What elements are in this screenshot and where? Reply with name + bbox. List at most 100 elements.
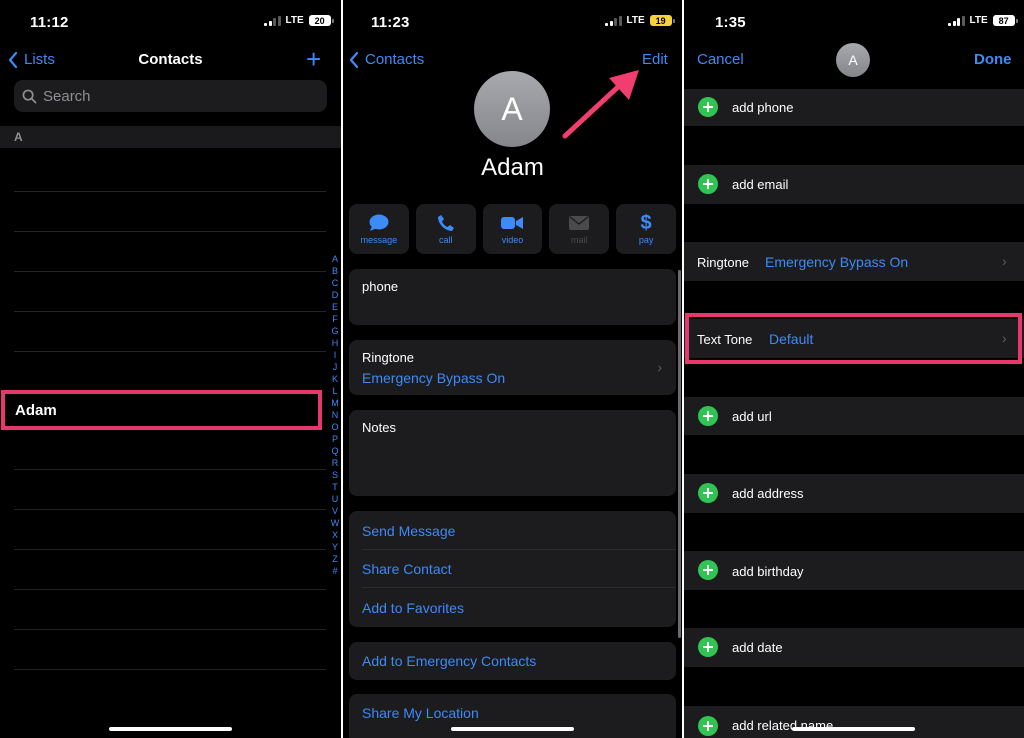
add-email-row[interactable]: add email (684, 165, 1024, 204)
alphabet-index-letter[interactable]: Z (332, 553, 338, 565)
alphabet-index-letter[interactable]: J (333, 361, 338, 373)
alphabet-index-letter[interactable]: R (332, 457, 339, 469)
contact-name: Adam (481, 154, 544, 181)
share-location-link[interactable]: Share My Location (362, 705, 479, 721)
divider (14, 191, 326, 192)
alphabet-index-letter[interactable]: N (332, 409, 339, 421)
network-type: LTE (285, 15, 304, 26)
alphabet-index-letter[interactable]: V (332, 505, 338, 517)
divider (14, 231, 326, 232)
message-button[interactable]: message (349, 204, 409, 254)
back-button[interactable]: Contacts (349, 51, 424, 68)
alphabet-index-letter[interactable]: O (331, 421, 338, 433)
done-button[interactable]: Done (974, 51, 1012, 68)
alphabet-index-letter[interactable]: L (332, 385, 337, 397)
phone-label: phone (362, 279, 399, 294)
alphabet-index-letter[interactable]: B (332, 265, 338, 277)
add-birthday-row[interactable]: add birthday (684, 551, 1024, 590)
alphabet-index-letter[interactable]: K (332, 373, 338, 385)
alphabet-index-letter[interactable]: Y (332, 541, 338, 553)
alphabet-index-letter[interactable]: E (332, 301, 338, 313)
add-emergency-contacts-link[interactable]: Add to Emergency Contacts (362, 653, 536, 669)
nav-bar: Lists Contacts + (0, 44, 341, 78)
scrollbar[interactable] (678, 270, 681, 638)
add-related-name-row[interactable]: add related name (684, 706, 1024, 738)
divider (14, 509, 326, 510)
add-contact-button[interactable]: + (306, 44, 321, 75)
back-label: Contacts (365, 51, 425, 68)
alphabet-index-letter[interactable]: T (332, 481, 338, 493)
alphabet-index-letter[interactable]: M (331, 397, 339, 409)
add-phone-row[interactable]: add phone (684, 89, 1024, 126)
contacts-list-screen: 11:12 LTE 20 Lists Contacts + Search A A… (0, 0, 341, 738)
status-bar: 11:12 LTE 20 (0, 0, 341, 44)
add-to-favorites-link[interactable]: Add to Favorites (362, 600, 464, 616)
add-url-label: add url (732, 409, 772, 424)
mail-button: mail (549, 204, 610, 254)
alphabet-index-letter[interactable]: C (332, 277, 339, 289)
alphabet-index-letter[interactable]: D (332, 289, 339, 301)
alphabet-index[interactable]: A B C D E F G H I J K L M N O P Q R S T U V W X Y Z # (329, 253, 341, 577)
call-button[interactable]: call (415, 204, 476, 254)
add-date-label: add date (732, 640, 783, 655)
alphabet-index-letter[interactable]: S (332, 469, 338, 481)
add-phone-label: add phone (732, 100, 794, 115)
add-date-row[interactable]: add date (684, 628, 1024, 667)
alphabet-index-letter[interactable]: A (332, 253, 338, 265)
ringtone-value: Emergency Bypass On (765, 254, 909, 270)
alphabet-index-letter[interactable]: U (332, 493, 339, 505)
battery-icon: 20 (308, 15, 334, 26)
status-bar: 1:35 LTE 87 (684, 0, 1024, 44)
add-address-row[interactable]: add address (684, 474, 1024, 513)
divider (14, 669, 326, 670)
contact-row-adam[interactable]: Adam (1, 390, 322, 430)
edit-contact-screen: 1:35 LTE 87 Cancel Done A add phone add … (684, 0, 1024, 738)
add-address-label: add address (732, 486, 804, 501)
chevron-right-icon: › (657, 359, 662, 375)
divider (14, 311, 326, 312)
ringtone-label: Ringtone (362, 350, 415, 365)
alphabet-index-letter[interactable]: P (332, 433, 338, 445)
send-message-link[interactable]: Send Message (362, 523, 455, 539)
ringtone-row[interactable]: Ringtone Emergency Bypass On › (684, 242, 1024, 281)
add-url-row[interactable]: add url (684, 397, 1024, 435)
status-time: 1:35 (715, 14, 746, 31)
alphabet-index-letter[interactable]: Q (331, 445, 338, 457)
alphabet-index-letter[interactable]: # (332, 565, 337, 577)
alphabet-index-letter[interactable]: W (331, 517, 340, 529)
avatar: A (836, 43, 870, 77)
signal-icon (948, 15, 965, 26)
ringtone-label: Ringtone (697, 255, 750, 270)
search-input[interactable]: Search (14, 80, 327, 112)
home-indicator (792, 727, 915, 731)
alphabet-index-letter[interactable]: X (332, 529, 338, 541)
ringtone-value: Emergency Bypass On (362, 370, 506, 386)
alphabet-index-letter[interactable]: I (334, 349, 337, 361)
action-label: video (501, 235, 524, 245)
alphabet-index-letter[interactable]: H (332, 337, 339, 349)
cancel-button[interactable]: Cancel (697, 51, 744, 68)
actions-list-card: Send Message Share Contact Add to Favori… (349, 511, 676, 627)
status-time: 11:12 (30, 14, 69, 31)
video-button[interactable]: video (482, 204, 543, 254)
phone-card[interactable]: phone (349, 269, 676, 325)
divider (14, 271, 326, 272)
quick-actions: message call video mail $ pay (349, 204, 676, 254)
plus-circle-icon (698, 483, 718, 503)
add-birthday-label: add birthday (732, 564, 804, 579)
video-camera-icon (501, 217, 524, 229)
status-time: 11:23 (371, 14, 410, 31)
edit-button[interactable]: Edit (642, 51, 668, 68)
divider (14, 469, 326, 470)
alphabet-index-letter[interactable]: G (331, 325, 338, 337)
share-contact-link[interactable]: Share Contact (362, 561, 452, 577)
plus-circle-icon (698, 560, 718, 580)
notes-card[interactable]: Notes (349, 410, 676, 496)
location-card: Share My Location (349, 694, 676, 738)
pay-button[interactable]: $ pay (616, 204, 676, 254)
plus-circle-icon (698, 637, 718, 657)
alphabet-index-letter[interactable]: F (332, 313, 338, 325)
contact-detail-screen: 11:23 LTE 19 Contacts Edit A Adam messag… (343, 0, 682, 738)
plus-circle-icon (698, 406, 718, 426)
ringtone-card[interactable]: Ringtone Emergency Bypass On › (349, 340, 676, 395)
